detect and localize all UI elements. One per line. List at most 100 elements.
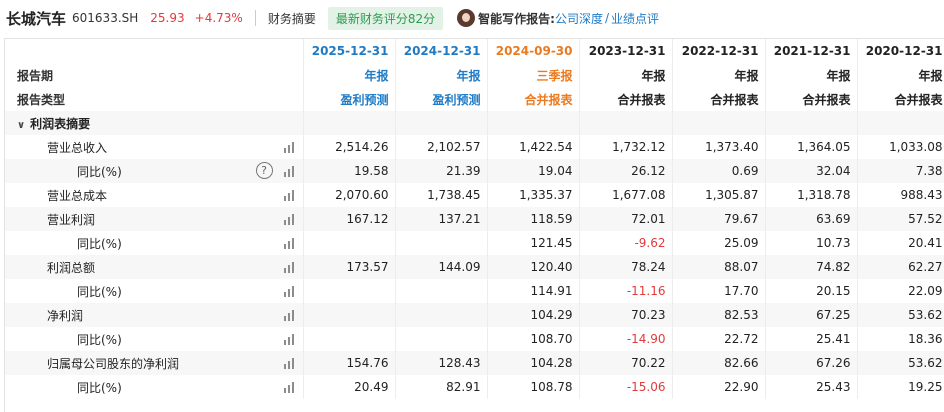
table-cell — [303, 327, 396, 351]
table-cell: -11.16 — [579, 279, 673, 303]
column-date[interactable]: 2023-12-31 — [579, 39, 673, 63]
table-cell — [857, 111, 944, 135]
table-cell: 53.62 — [857, 303, 944, 327]
table-cell: 67.25 — [765, 303, 858, 327]
bar-chart-icon[interactable] — [283, 357, 297, 369]
bar-chart-icon[interactable] — [283, 261, 297, 273]
column-period: 年报 — [303, 63, 396, 87]
row-label: 同比(%) — [77, 236, 122, 251]
date-header-row: 2025-12-31 2024-12-31 2024-09-30 2023-12-31… — [5, 39, 944, 63]
table-cell — [303, 303, 396, 327]
table-cell: 988.43 — [857, 183, 944, 207]
earnings-review-link[interactable]: 业绩点评 — [611, 10, 659, 27]
table-cell: 118.59 — [487, 207, 580, 231]
table-cell: 26.12 — [579, 159, 673, 183]
table-row: 同比(%) 121.45 -9.62 25.09 10.73 20.41 — [5, 231, 944, 255]
column-period: 年报 — [579, 63, 673, 87]
table-cell: 25.43 — [765, 375, 858, 399]
table-body: ∨ 利润表摘要营业总收入 2,514.26 2,102.57 1,422.54 1,732… — [5, 111, 944, 399]
table-cell: 114.91 — [487, 279, 580, 303]
row-label: 同比(%) — [77, 164, 122, 179]
table-cell: -15.06 — [579, 375, 673, 399]
bar-chart-icon[interactable] — [283, 285, 297, 297]
column-date[interactable]: 2022-12-31 — [672, 39, 766, 63]
row-label: 同比(%) — [77, 284, 122, 299]
table-cell: 67.26 — [765, 351, 858, 375]
bar-chart-icon[interactable] — [283, 141, 297, 153]
bar-chart-icon[interactable] — [283, 309, 297, 321]
column-date[interactable]: 2025-12-31 — [303, 39, 396, 63]
stock-price: 25.93 — [150, 11, 185, 25]
financial-score-badge[interactable]: 最新财务评分82分 — [327, 6, 444, 30]
column-report-type: 盈利预测 — [303, 87, 396, 111]
column-date[interactable]: 2024-12-31 — [395, 39, 488, 63]
table-cell: 1,422.54 — [487, 135, 580, 159]
table-cell — [395, 111, 488, 135]
table-cell: 25.41 — [765, 327, 858, 351]
bar-chart-icon[interactable] — [283, 189, 297, 201]
table-cell — [303, 231, 396, 255]
avatar — [457, 9, 476, 27]
row-label-cell: 同比(%) — [5, 231, 304, 255]
column-period: 年报 — [395, 63, 488, 87]
column-report-type: 盈利预测 — [395, 87, 488, 111]
column-period: 年报 — [672, 63, 766, 87]
help-icon[interactable]: ? — [255, 162, 273, 179]
table-row: 净利润 104.29 70.23 82.53 67.25 53.62 — [5, 303, 944, 327]
table-cell: 121.45 — [487, 231, 580, 255]
report-type-label: 报告类型 — [5, 87, 304, 111]
row-label-cell: 营业总收入 — [5, 135, 304, 159]
table-cell: 17.70 — [672, 279, 766, 303]
table-cell: 2,102.57 — [395, 135, 488, 159]
bar-chart-icon[interactable] — [283, 381, 297, 393]
table-cell: 128.43 — [395, 351, 488, 375]
period-row: 报告期 年报 年报 三季报 年报 年报 年报 年报 — [5, 63, 944, 87]
column-date[interactable]: 2021-12-31 — [765, 39, 858, 63]
table-cell: 0.69 — [672, 159, 766, 183]
table-row: 营业总收入 2,514.26 2,102.57 1,422.54 1,732.12 1,3… — [5, 135, 944, 159]
bar-chart-icon[interactable] — [283, 165, 297, 177]
link-separator: / — [604, 11, 609, 25]
column-date[interactable]: 2024-09-30 — [487, 39, 580, 63]
column-date[interactable]: 2020-12-31 — [857, 39, 944, 63]
table-cell: 53.62 — [857, 351, 944, 375]
table-cell — [579, 111, 673, 135]
tab-financial-summary[interactable]: 财务摘要 — [268, 10, 316, 27]
stock-header: 长城汽车 601633.SH 25.93 +4.73% 财务摘要 最新财务评分8… — [0, 0, 944, 36]
column-report-type: 合并报表 — [579, 87, 673, 111]
section-label: 利润表摘要 — [30, 116, 91, 131]
row-label-cell: 同比(%) — [5, 375, 304, 399]
table-cell: 1,364.05 — [765, 135, 858, 159]
table-cell: 1,318.78 — [765, 183, 858, 207]
chevron-down-icon[interactable]: ∨ — [17, 120, 25, 131]
row-label-cell: 归属母公司股东的净利润 — [5, 351, 304, 375]
row-label-cell: 同比(%) — [5, 327, 304, 351]
table-cell: -14.90 — [579, 327, 673, 351]
table-cell: 19.04 — [487, 159, 580, 183]
table-cell — [765, 111, 858, 135]
table-cell: 70.23 — [579, 303, 673, 327]
column-report-type: 合并报表 — [765, 87, 858, 111]
table-cell: 173.57 — [303, 255, 396, 279]
table-row: 同比(%)? 19.58 21.39 19.04 26.12 0.69 32.04 7.38 — [5, 159, 944, 183]
section-toggle[interactable]: ∨ 利润表摘要 — [5, 111, 304, 135]
stock-code: 601633.SH — [72, 11, 139, 25]
bar-chart-icon[interactable] — [283, 213, 297, 225]
table-cell: 154.76 — [303, 351, 396, 375]
company-depth-link[interactable]: 公司深度 — [555, 10, 603, 27]
table-cell: 1,335.37 — [487, 183, 580, 207]
column-report-type: 合并报表 — [857, 87, 944, 111]
section-row[interactable]: ∨ 利润表摘要 — [5, 111, 944, 135]
table-row: 同比(%) 20.49 82.91 108.78 -15.06 22.90 25.43 19.… — [5, 375, 944, 399]
table-cell: -9.62 — [579, 231, 673, 255]
bar-chart-icon[interactable] — [283, 333, 297, 345]
column-period: 三季报 — [487, 63, 580, 87]
stock-name: 长城汽车 — [6, 9, 67, 28]
row-label: 同比(%) — [77, 332, 122, 347]
table-cell — [303, 279, 396, 303]
table-cell: 63.69 — [765, 207, 858, 231]
table-cell: 1,305.87 — [672, 183, 766, 207]
bar-chart-icon[interactable] — [283, 237, 297, 249]
row-label: 利润总额 — [47, 260, 96, 275]
table-cell: 1,677.08 — [579, 183, 673, 207]
